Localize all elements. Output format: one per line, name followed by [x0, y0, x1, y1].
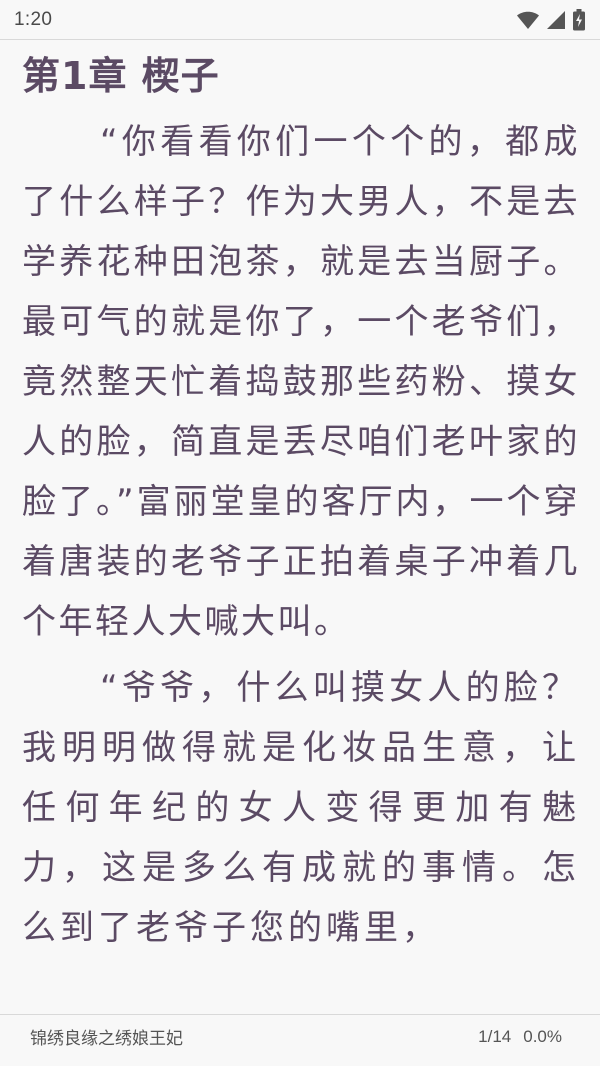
book-title: 锦绣良缘之绣娘王妃 — [30, 1029, 183, 1049]
status-bar: 1:20 — [0, 0, 600, 40]
wifi-icon — [516, 10, 540, 30]
battery-charging-icon — [572, 8, 586, 31]
cellular-signal-icon — [546, 10, 566, 30]
progress-percent: 0.0% — [523, 1026, 562, 1046]
page-indicator: 1/14 — [478, 1026, 512, 1046]
paragraph: “爷爷，什么叫摸女人的脸？我明明做得就是化妆品生意，让任何年纪的女人变得更加有魅… — [22, 668, 580, 948]
status-icons — [516, 8, 586, 31]
reader-footer: 锦绣良缘之绣娘王妃 1/14 0.0% — [0, 1014, 600, 1066]
paragraph: “你看看你们一个个的，都成了什么样子？作为大男人，不是去学养花种田泡茶，就是去当… — [22, 122, 580, 642]
status-time: 1:20 — [14, 8, 53, 30]
reading-progress: 1/14 0.0% — [478, 1027, 562, 1047]
reader-content[interactable]: 第1章 楔子 “你看看你们一个个的，都成了什么样子？作为大男人，不是去学养花种田… — [22, 48, 580, 958]
chapter-title: 第1章 楔子 — [22, 54, 220, 98]
